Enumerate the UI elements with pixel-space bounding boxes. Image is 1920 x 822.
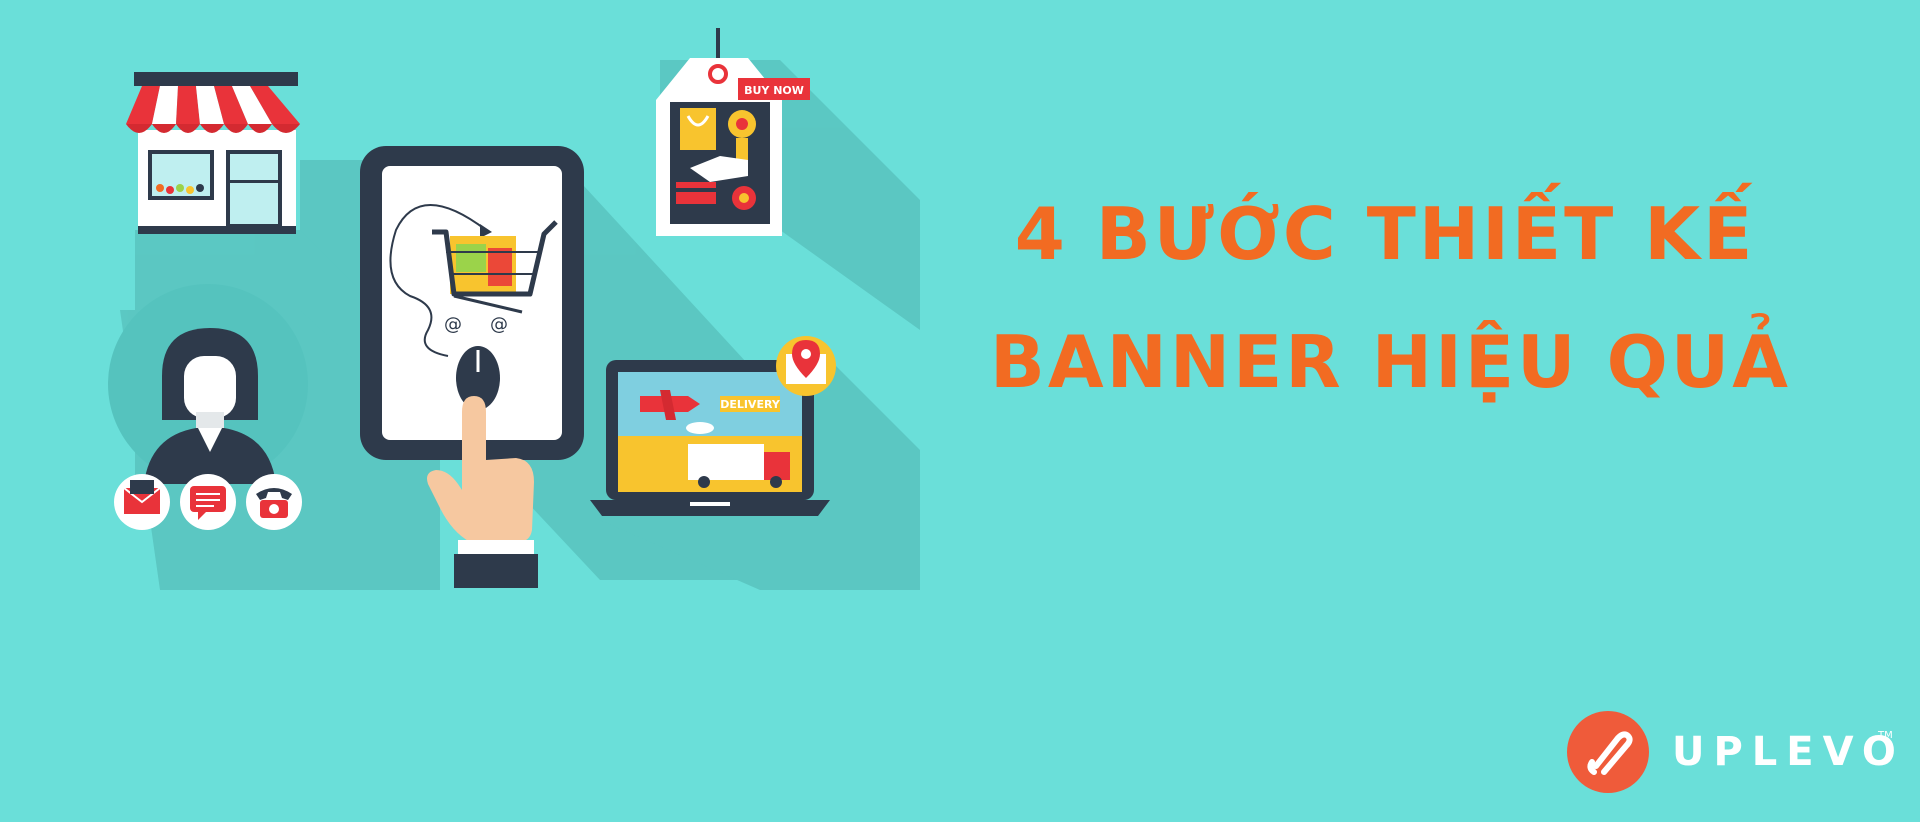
email-contact-icon <box>114 474 170 530</box>
uplevo-logo: UPLEVO TM <box>1566 710 1896 796</box>
buy-now-label: BUY NOW <box>744 84 804 97</box>
cart-wheel-left: @ <box>444 314 462 335</box>
support-agent-icon <box>108 284 308 484</box>
headline-line-1: 4 BƯỚC THIẾT KẾ <box>1014 192 1756 276</box>
ecommerce-illustration: BUY NOW @ @ DELIVERY <box>108 28 920 590</box>
banner: BUY NOW @ @ DELIVERY 4 BƯỚC THIẾT KẾ BAN… <box>0 0 1920 822</box>
logo-text: UPLEVO <box>1672 729 1905 775</box>
cart-wheel-right: @ <box>490 314 508 335</box>
logo-mark-icon <box>1567 711 1649 793</box>
headline: 4 BƯỚC THIẾT KẾ BANNER HIỆU QUẢ <box>990 170 1791 426</box>
delivery-label: DELIVERY <box>720 398 781 411</box>
headline-line-2: BANNER HIỆU QUẢ <box>990 320 1791 404</box>
map-pin-icon <box>776 336 836 396</box>
store-icon <box>126 72 300 234</box>
store-awning <box>126 86 300 133</box>
logo-trademark: TM <box>1878 730 1893 741</box>
phone-contact-icon <box>246 474 302 530</box>
chat-contact-icon <box>180 474 236 530</box>
